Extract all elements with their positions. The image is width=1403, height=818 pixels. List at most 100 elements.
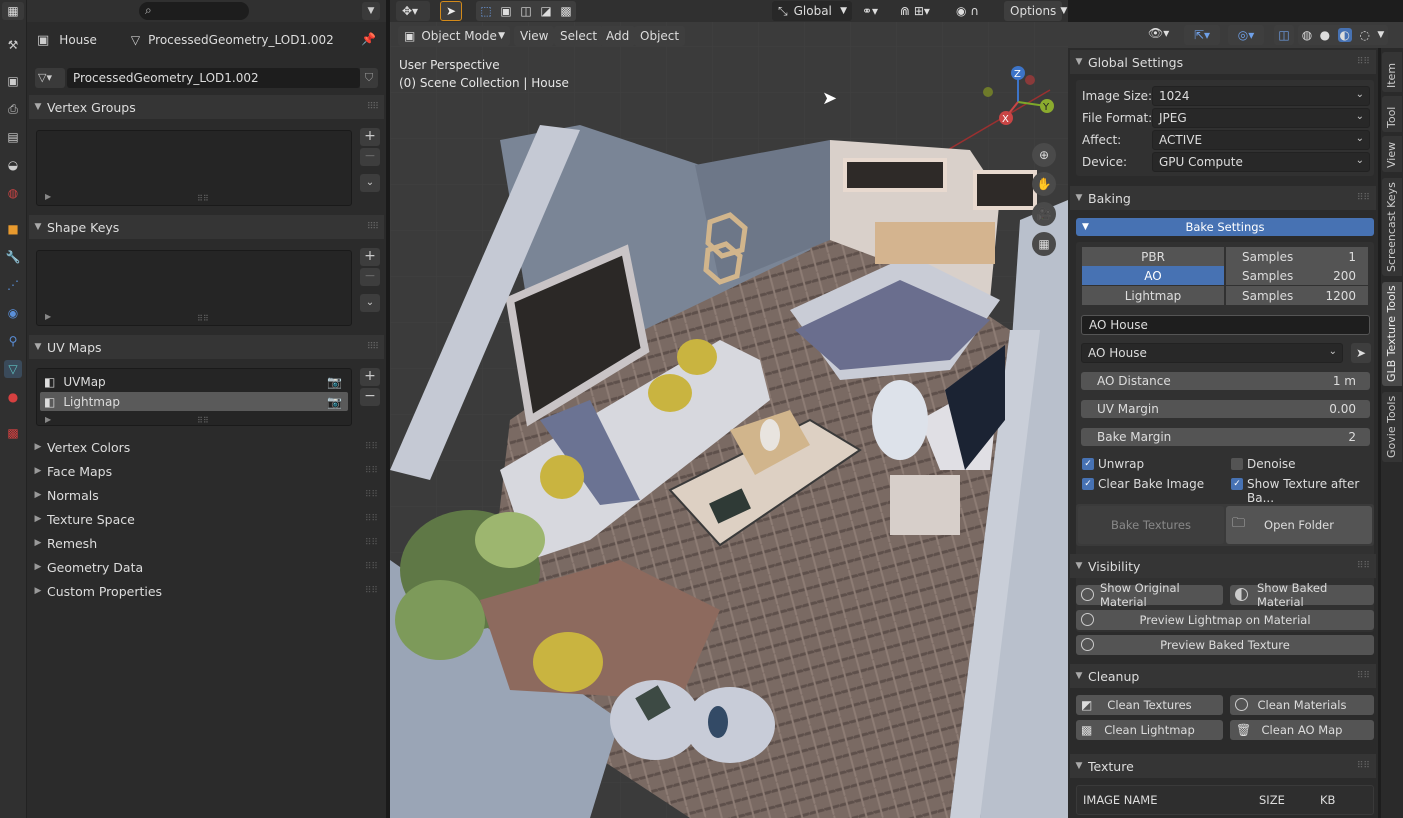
- texture-header[interactable]: ▼ Texture ⠿⠿: [1070, 754, 1376, 778]
- denoise-checkbox[interactable]: [1231, 458, 1243, 470]
- clean-materials-button[interactable]: Clean Materials: [1230, 695, 1374, 715]
- bake-name-input[interactable]: AO House: [1081, 315, 1370, 335]
- visibility-eye-icon[interactable]: 👁▾: [1148, 26, 1169, 40]
- scene-render[interactable]: [390, 0, 1068, 818]
- clean-textures-button[interactable]: ◩ Clean Textures: [1076, 695, 1223, 715]
- editor-type-dropdown[interactable]: ✥▾: [396, 1, 430, 21]
- select-subtract-icon[interactable]: ◫: [520, 4, 531, 18]
- bake-target-select[interactable]: AO House ⌄: [1081, 343, 1343, 363]
- modifier-tab-icon[interactable]: 🔧: [4, 248, 22, 266]
- vertex-group-specials-chevron-icon[interactable]: ⌄: [360, 174, 380, 192]
- bake-type-pbr[interactable]: PBR: [1082, 247, 1224, 266]
- shape-key-specials-chevron-icon[interactable]: ⌄: [360, 294, 380, 312]
- affect-select[interactable]: ACTIVE ⌄: [1152, 130, 1370, 150]
- geometry-data-header[interactable]: ▶ Geometry Data ⠿⠿: [29, 555, 384, 579]
- xray-toggle-icon[interactable]: ◫: [1274, 25, 1294, 45]
- tab-item[interactable]: Item: [1382, 52, 1402, 92]
- object-tab-icon[interactable]: ■: [4, 220, 22, 238]
- pbr-samples-field[interactable]: Samples 1: [1226, 247, 1368, 266]
- drag-grip-icon[interactable]: ⠿⠿: [365, 442, 378, 452]
- clean-lightmap-button[interactable]: ▩ Clean Lightmap: [1076, 720, 1223, 740]
- drag-grip-icon[interactable]: ⠿⠿: [1357, 57, 1370, 67]
- select-tool-cursor-icon[interactable]: ➤: [440, 1, 462, 21]
- properties-options-chevron-icon[interactable]: ▼: [362, 2, 380, 20]
- show-texture-after-checkbox[interactable]: ✓: [1231, 478, 1243, 490]
- ao-distance-field[interactable]: AO Distance 1 m: [1081, 372, 1370, 390]
- remove-vertex-group-button[interactable]: −: [360, 148, 380, 166]
- device-select[interactable]: GPU Compute ⌄: [1152, 152, 1370, 172]
- gizmo-toggle-icon[interactable]: ⇱▾: [1184, 25, 1220, 45]
- vertex-groups-header[interactable]: ▼ Vertex Groups ⠿⠿: [29, 95, 384, 119]
- solid-shading-icon[interactable]: ●: [1320, 28, 1330, 42]
- editor-type-icon[interactable]: ▦: [2, 2, 24, 20]
- rendered-shading-icon[interactable]: ◌: [1359, 28, 1369, 42]
- select-invert-icon[interactable]: ◪: [540, 4, 551, 18]
- camera-render-icon[interactable]: 📷: [327, 375, 342, 389]
- view-layer-tab-icon[interactable]: ▤: [4, 128, 22, 146]
- drag-grip-icon[interactable]: ⠿⠿: [1357, 193, 1370, 203]
- drag-grip-icon[interactable]: ⠿⠿: [1357, 761, 1370, 771]
- preview-baked-texture-button[interactable]: Preview Baked Texture: [1076, 635, 1374, 655]
- tab-govie-tools[interactable]: Govie Tools: [1382, 392, 1402, 462]
- eyedropper-cursor-icon[interactable]: ➤: [1351, 343, 1371, 363]
- drag-grip-icon[interactable]: ⠿⠿: [365, 586, 378, 596]
- global-settings-header[interactable]: ▼ Global Settings ⠿⠿: [1070, 50, 1376, 74]
- bake-settings-subpanel-header[interactable]: ▼ Bake Settings: [1076, 218, 1374, 236]
- show-baked-material-button[interactable]: Show Baked Material: [1230, 581, 1374, 609]
- drag-grip-icon[interactable]: ⠿⠿: [365, 490, 378, 500]
- mesh-browse-icon[interactable]: ▽▾: [35, 68, 65, 88]
- vertex-groups-list[interactable]: ▶ ⠿⠿: [36, 130, 352, 206]
- vertex-colors-header[interactable]: ▶ Vertex Colors ⠿⠿: [29, 435, 384, 459]
- add-uv-map-button[interactable]: +: [360, 368, 380, 386]
- drag-grip-icon[interactable]: ⠿⠿: [365, 562, 378, 572]
- lightmap-samples-field[interactable]: Samples 1200: [1226, 286, 1368, 305]
- tab-glb-texture-tools[interactable]: GLB Texture Tools: [1382, 282, 1402, 386]
- resize-grip-icon[interactable]: ⠿⠿: [197, 314, 209, 323]
- tab-tool[interactable]: Tool: [1382, 96, 1402, 132]
- baking-header[interactable]: ▼ Baking ⠿⠿: [1070, 186, 1376, 210]
- uv-maps-list[interactable]: ◧ UVMap 📷 ◧ Lightmap 📷 ▶ ⠿⠿: [36, 368, 352, 426]
- image-size-select[interactable]: 1024 ⌄: [1152, 86, 1370, 106]
- shape-keys-header[interactable]: ▼ Shape Keys ⠿⠿: [29, 215, 384, 239]
- tab-screencast-keys[interactable]: Screencast Keys: [1382, 178, 1402, 276]
- camera-render-icon[interactable]: 📷: [327, 395, 342, 409]
- camera-view-icon[interactable]: 🎥: [1032, 202, 1056, 226]
- texture-space-header[interactable]: ▶ Texture Space ⠿⠿: [29, 507, 384, 531]
- pan-hand-icon[interactable]: ✋: [1032, 172, 1056, 196]
- menu-object[interactable]: Object: [634, 26, 686, 46]
- filter-arrow-icon[interactable]: ▶: [45, 415, 51, 424]
- proportional-editing-dropdown[interactable]: ◉ ∩: [950, 1, 998, 21]
- filter-arrow-icon[interactable]: ▶: [45, 312, 51, 321]
- particles-tab-icon[interactable]: ⋰: [4, 276, 22, 294]
- select-intersect-icon[interactable]: ▩: [560, 4, 571, 18]
- preview-lightmap-button[interactable]: Preview Lightmap on Material: [1076, 610, 1374, 630]
- options-dropdown[interactable]: Options ▼: [1004, 1, 1067, 21]
- snapping-dropdown[interactable]: ⋒ ⊞▾: [894, 1, 942, 21]
- menu-view[interactable]: View: [514, 26, 555, 46]
- uv-maps-header[interactable]: ▼ UV Maps ⠿⠿: [29, 335, 384, 359]
- shading-options-chevron-icon[interactable]: ▼: [1377, 30, 1384, 40]
- mesh-name-field[interactable]: ProcessedGeometry_LOD1.002: [67, 68, 360, 88]
- navigation-gizmo[interactable]: Z Y X: [980, 62, 1060, 132]
- add-vertex-group-button[interactable]: +: [360, 128, 380, 146]
- visibility-header[interactable]: ▼ Visibility ⠿⠿: [1070, 554, 1376, 578]
- transform-orientation-dropdown[interactable]: ⤡ Global ▼: [772, 1, 852, 21]
- ortho-grid-icon[interactable]: ▦: [1032, 232, 1056, 256]
- scene-tab-icon[interactable]: ◒: [4, 156, 22, 174]
- remesh-header[interactable]: ▶ Remesh ⠿⠿: [29, 531, 384, 555]
- bake-type-ao[interactable]: AO: [1082, 266, 1224, 285]
- menu-select[interactable]: Select: [554, 26, 604, 46]
- drag-grip-icon[interactable]: ⠿⠿: [1357, 561, 1370, 571]
- material-shading-icon[interactable]: ◐: [1337, 28, 1352, 42]
- material-tab-icon[interactable]: ●: [4, 388, 22, 406]
- physics-tab-icon[interactable]: ◉: [4, 304, 22, 322]
- zoom-icon[interactable]: ⊕: [1032, 143, 1056, 167]
- clear-bake-image-checkbox[interactable]: ✓: [1082, 478, 1094, 490]
- custom-properties-header[interactable]: ▶ Custom Properties ⠿⠿: [29, 579, 384, 603]
- drag-grip-icon[interactable]: ⠿⠿: [365, 466, 378, 476]
- wireframe-shading-icon[interactable]: ◍: [1302, 28, 1312, 42]
- unwrap-checkbox[interactable]: ✓: [1082, 458, 1094, 470]
- file-format-select[interactable]: JPEG ⌄: [1152, 108, 1370, 128]
- clean-ao-map-button[interactable]: 🗑 Clean AO Map: [1230, 720, 1374, 740]
- bake-textures-button[interactable]: Bake Textures: [1078, 506, 1224, 544]
